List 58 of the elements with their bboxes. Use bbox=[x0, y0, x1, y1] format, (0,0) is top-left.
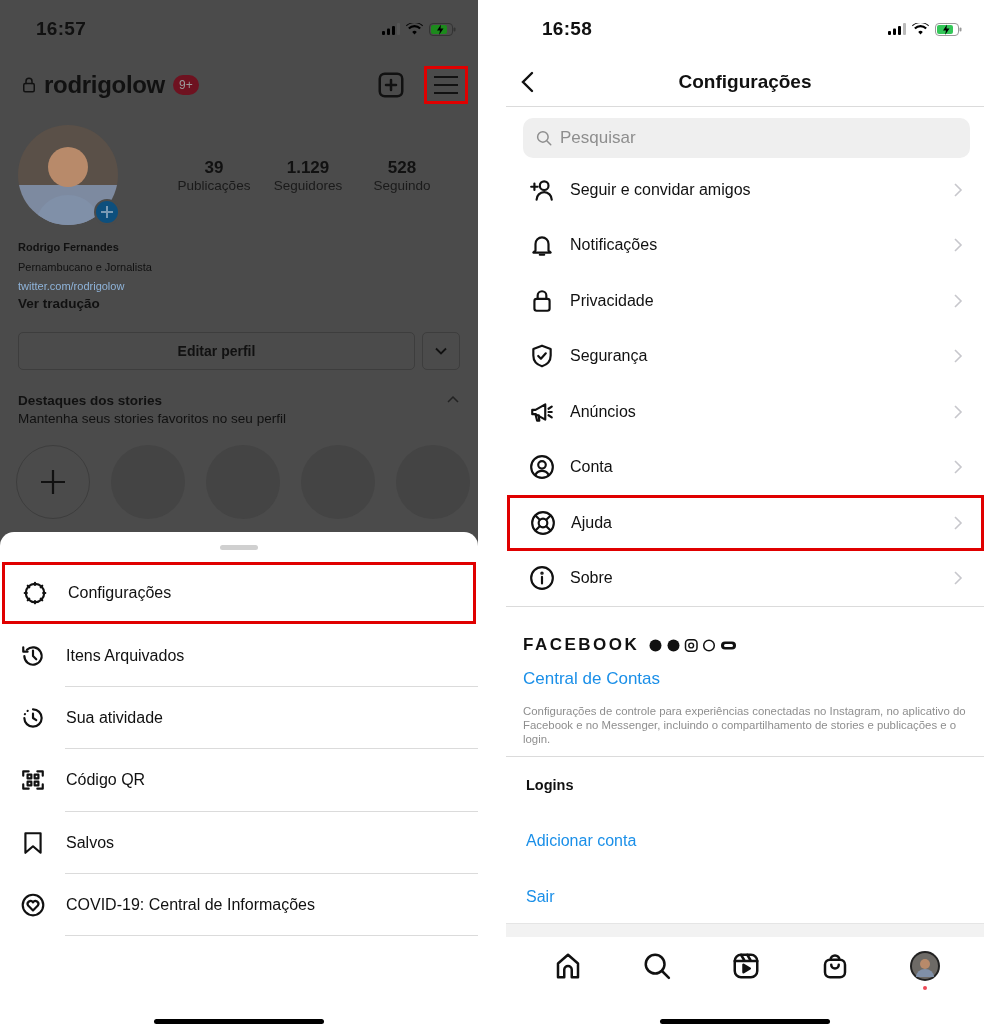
search-icon bbox=[535, 129, 553, 147]
reels-tab[interactable] bbox=[731, 951, 761, 981]
menu-button[interactable] bbox=[424, 66, 468, 104]
shield-check-icon bbox=[529, 343, 555, 370]
chevron-right-icon bbox=[953, 237, 963, 254]
heart-circle-icon bbox=[20, 892, 46, 919]
new-post-button[interactable] bbox=[376, 70, 406, 100]
brand-name: FACEBOOK bbox=[523, 635, 640, 655]
battery-icon bbox=[935, 22, 962, 36]
wifi-icon bbox=[912, 23, 929, 35]
search-tab[interactable] bbox=[642, 951, 673, 981]
page-title: Configurações bbox=[678, 71, 812, 93]
highlights-title: Destaques dos stories bbox=[18, 392, 163, 410]
stat-count: 1.129 bbox=[286, 157, 330, 178]
signal-icon bbox=[888, 23, 906, 35]
notification-dot bbox=[922, 986, 927, 990]
accounts-center-link[interactable]: Central de Contas bbox=[523, 668, 661, 690]
battery-icon bbox=[429, 22, 456, 36]
plus-square-icon bbox=[376, 70, 406, 100]
chevron-right-icon bbox=[953, 292, 963, 309]
full-name: Rodrigo Fernandes bbox=[18, 240, 119, 255]
lifebuoy-icon bbox=[530, 509, 556, 536]
lock-icon bbox=[20, 76, 38, 94]
search-field[interactable]: Pesquisar bbox=[523, 118, 970, 158]
gear-icon bbox=[22, 580, 48, 607]
avatar-icon bbox=[908, 950, 941, 982]
plus-icon bbox=[39, 468, 67, 496]
chevron-right-icon bbox=[953, 348, 963, 365]
chevron-right-icon bbox=[953, 403, 963, 420]
chevron-right-icon bbox=[953, 514, 963, 531]
back-button[interactable] bbox=[520, 70, 536, 94]
sheet-handle[interactable] bbox=[220, 545, 258, 550]
username: rodrigolow bbox=[44, 71, 165, 99]
section-title: Logins bbox=[526, 776, 574, 795]
signal-icon bbox=[382, 23, 400, 35]
account-icon bbox=[529, 454, 555, 481]
highlights-subtitle: Mantenha seus stories favoritos no seu perfil bbox=[18, 410, 286, 428]
profile-link[interactable]: twitter.com/rodrigolow bbox=[18, 277, 125, 295]
menu-item[interactable]: Configurações bbox=[2, 562, 476, 625]
menu-icon bbox=[432, 74, 460, 96]
wifi-icon bbox=[406, 23, 423, 35]
stat-count: 39 bbox=[204, 157, 224, 178]
chevron-right-icon bbox=[953, 570, 963, 587]
info-icon bbox=[529, 565, 555, 592]
settings-item[interactable]: Ajuda bbox=[507, 495, 984, 551]
search-icon bbox=[642, 951, 673, 981]
add-story-icon[interactable] bbox=[94, 199, 120, 225]
status-time: 16:58 bbox=[542, 18, 593, 40]
chevron-right-icon bbox=[953, 459, 963, 476]
video-play-icon bbox=[731, 951, 761, 981]
profile-tab[interactable] bbox=[908, 950, 941, 990]
login-action-link[interactable]: Adicionar conta bbox=[526, 830, 637, 852]
status-time: 16:57 bbox=[36, 18, 87, 40]
description-text: Configurações de controle para experiências conectadas no Instagram, no aplicativo do Facebook e no Messenger, incluindo o compartilhamento de stories e publicações e o login. bbox=[523, 704, 967, 746]
chevron-down-icon bbox=[435, 347, 447, 355]
notification-badge: 9+ bbox=[173, 75, 199, 95]
chevron-right-icon bbox=[953, 181, 963, 198]
stat-count: 528 bbox=[387, 157, 417, 178]
